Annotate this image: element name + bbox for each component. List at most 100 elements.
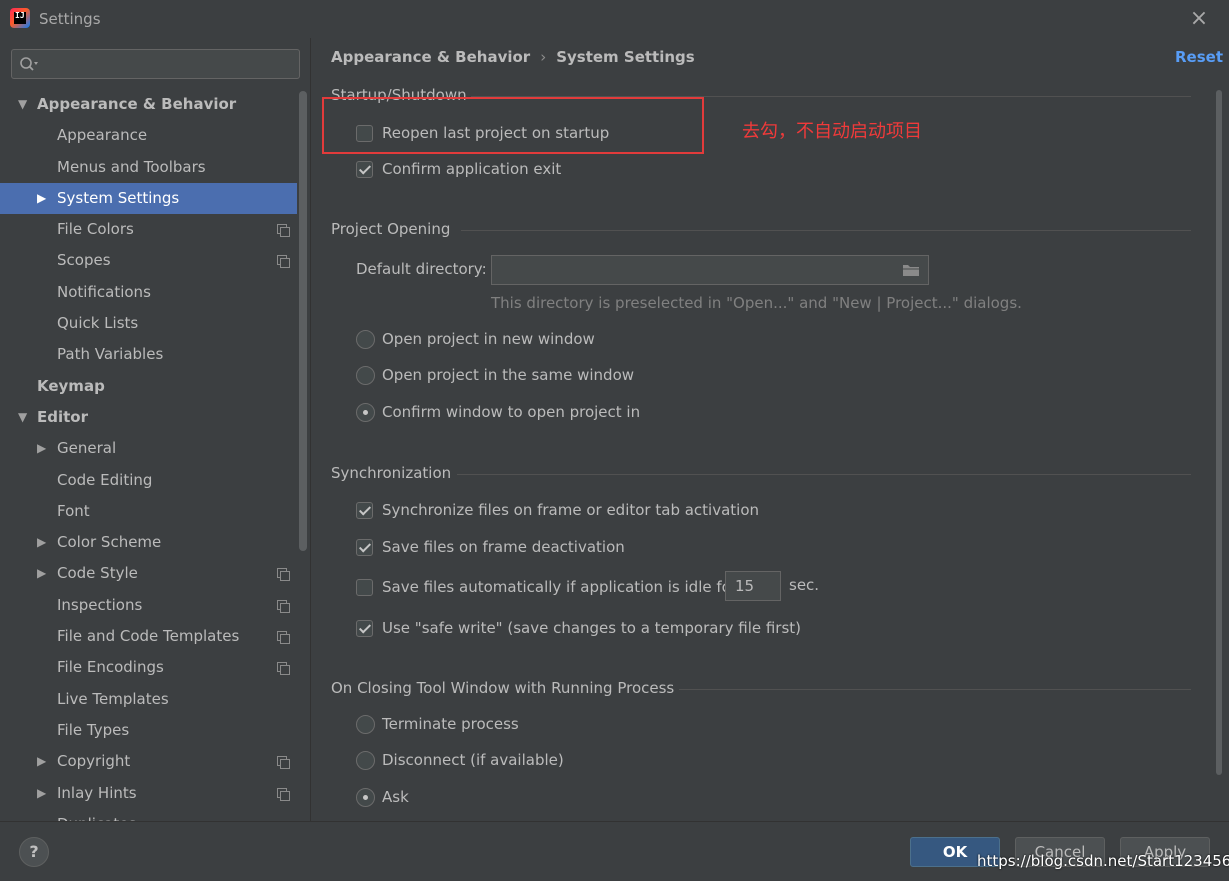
sidebar-item-copyright[interactable]: ▶ Copyright (0, 746, 297, 777)
project-scope-copy-icon (277, 787, 290, 801)
sidebar-item-file-types[interactable]: File Types (0, 715, 297, 746)
terminate-process-radio[interactable] (356, 715, 375, 734)
sidebar-item-live-templates[interactable]: Live Templates (0, 684, 297, 715)
annotation-note: 去勾，不自动启动项目 (742, 121, 922, 142)
default-directory-hint: This directory is preselected in "Open..… (491, 294, 1022, 312)
save-files-on-frame-deactivation-label[interactable]: Save files on frame deactivation (382, 536, 625, 558)
project-scope-copy-icon (277, 255, 290, 269)
save-files-automatically-if-application-is-idle-for-label[interactable]: Save files automatically if application … (382, 576, 737, 598)
synchronize-files-on-frame-or-editor-tab-activation-label[interactable]: Synchronize files on frame or editor tab… (382, 499, 759, 521)
sidebar-item-label: Copyright (57, 752, 131, 771)
sidebar-item-general[interactable]: ▶ General (0, 433, 297, 464)
use-safe-write-save-changes-to-a-temporary-file-first-label[interactable]: Use "safe write" (save changes to a temp… (382, 617, 801, 639)
open-project-in-new-window-radio[interactable] (356, 330, 375, 349)
open-project-in-the-same-window-label[interactable]: Open project in the same window (382, 364, 634, 386)
default-directory-field[interactable] (491, 255, 929, 285)
intellij-logo-icon: IJ (10, 8, 30, 28)
sidebar-item-label: Scopes (57, 251, 111, 270)
section-divider (679, 689, 1191, 690)
project-scope-copy-icon (277, 631, 290, 645)
sidebar-item-scopes[interactable]: Scopes (0, 245, 297, 276)
sidebar-item-file-colors[interactable]: File Colors (0, 214, 297, 245)
seconds-unit-label: sec. (789, 576, 820, 594)
sidebar-item-inspections[interactable]: Inspections (0, 590, 297, 621)
confirm-exit-checkbox[interactable] (356, 161, 373, 178)
project-scope-copy-icon (277, 756, 290, 770)
sidebar-item-duplicates[interactable]: Duplicates (0, 809, 297, 821)
save-files-on-frame-deactivation-checkbox[interactable] (356, 539, 373, 556)
idle-seconds-input[interactable]: 15 (725, 571, 781, 601)
sidebar-item-label: Editor (37, 407, 88, 426)
search-input[interactable] (42, 53, 292, 75)
use-safe-write-save-changes-to-a-temporary-file-first-checkbox[interactable] (356, 620, 373, 637)
sidebar-item-font[interactable]: Font (0, 496, 297, 527)
annotation-highlight-box (322, 97, 704, 154)
dialog-button-bar: ? OK Cancel Apply (0, 821, 1229, 881)
sidebar-item-label: Live Templates (57, 689, 169, 708)
expanded-arrow-icon[interactable]: ▼ (18, 89, 27, 120)
sidebar-item-system-settings[interactable]: ▶ System Settings (0, 182, 297, 215)
sidebar-item-editor[interactable]: ▼ Editor (0, 402, 297, 433)
sidebar-item-label: Code Editing (57, 470, 153, 489)
sidebar-item-label: File Colors (57, 220, 134, 239)
help-button[interactable]: ? (19, 837, 49, 867)
settings-content: Appearance & Behavior › System Settings Re… (311, 38, 1229, 821)
collapsed-arrow-icon[interactable]: ▶ (37, 527, 46, 558)
disconnect-if-available-radio[interactable] (356, 751, 375, 770)
sidebar-item-color-scheme[interactable]: ▶ Color Scheme (0, 527, 297, 558)
sidebar-item-label: Font (57, 501, 90, 520)
sidebar-item-label: Color Scheme (57, 533, 162, 552)
settings-tree: ▼ Appearance & Behavior Appearance Menus an… (0, 89, 297, 821)
breadcrumb: Appearance & Behavior › System Settings (331, 48, 695, 66)
breadcrumb-separator: › (540, 48, 547, 66)
project-scope-copy-icon (277, 568, 290, 582)
sidebar-item-code-editing[interactable]: Code Editing (0, 465, 297, 496)
ask-radio[interactable] (356, 788, 375, 807)
close-icon[interactable]: × (1188, 8, 1210, 31)
save-files-automatically-if-application-is-idle-for-checkbox[interactable] (356, 579, 373, 596)
confirm-window-to-open-project-in-label[interactable]: Confirm window to open project in (382, 401, 640, 423)
collapsed-arrow-icon[interactable]: ▶ (37, 558, 46, 589)
sidebar-scrollbar[interactable] (299, 91, 307, 551)
sidebar-item-label: Code Style (57, 564, 138, 583)
expanded-arrow-icon[interactable]: ▼ (18, 402, 27, 433)
sidebar-item-label: Keymap (37, 376, 105, 395)
sidebar-item-path-variables[interactable]: Path Variables (0, 339, 297, 370)
collapsed-arrow-icon[interactable]: ▶ (37, 778, 46, 809)
sidebar-item-appearance[interactable]: Appearance (0, 120, 297, 151)
sidebar-item-inlay-hints[interactable]: ▶ Inlay Hints (0, 778, 297, 809)
collapsed-arrow-icon[interactable]: ▶ (37, 746, 46, 777)
section-divider (457, 474, 1191, 475)
sidebar-item-label: Inlay Hints (57, 783, 137, 802)
sidebar-item-file-encodings[interactable]: File Encodings (0, 652, 297, 683)
confirm-exit-label[interactable]: Confirm application exit (382, 158, 561, 180)
open-project-in-the-same-window-radio[interactable] (356, 366, 375, 385)
disconnect-if-available-label[interactable]: Disconnect (if available) (382, 749, 564, 771)
ask-label[interactable]: Ask (382, 786, 409, 808)
folder-icon[interactable] (902, 263, 920, 277)
project-scope-copy-icon (277, 662, 290, 676)
sidebar-item-label: Quick Lists (57, 314, 139, 333)
synchronize-files-on-frame-or-editor-tab-activation-checkbox[interactable] (356, 502, 373, 519)
sidebar-item-label: Path Variables (57, 345, 164, 364)
search-box[interactable] (11, 49, 300, 79)
sidebar-item-file-and-code-templates[interactable]: File and Code Templates (0, 621, 297, 652)
collapsed-arrow-icon[interactable]: ▶ (37, 183, 46, 214)
breadcrumb-parent[interactable]: Appearance & Behavior (331, 48, 530, 66)
open-project-in-new-window-label[interactable]: Open project in new window (382, 328, 595, 350)
terminate-process-label[interactable]: Terminate process (382, 713, 519, 735)
window-title: Settings (39, 10, 101, 28)
sidebar-item-appearance-behavior[interactable]: ▼ Appearance & Behavior (0, 89, 297, 120)
project-scope-copy-icon (277, 224, 290, 238)
sidebar-item-code-style[interactable]: ▶ Code Style (0, 558, 297, 589)
content-scrollbar[interactable] (1216, 90, 1222, 775)
sidebar-item-keymap[interactable]: Keymap (0, 371, 297, 402)
section-title-synchronization: Synchronization (331, 464, 452, 482)
sidebar-item-label: System Settings (57, 188, 180, 207)
sidebar-item-notifications[interactable]: Notifications (0, 277, 297, 308)
reset-link[interactable]: Reset (1175, 48, 1223, 66)
confirm-window-to-open-project-in-radio[interactable] (356, 403, 375, 422)
sidebar-item-quick-lists[interactable]: Quick Lists (0, 308, 297, 339)
collapsed-arrow-icon[interactable]: ▶ (37, 433, 46, 464)
sidebar-item-menus-and-toolbars[interactable]: Menus and Toolbars (0, 152, 297, 183)
